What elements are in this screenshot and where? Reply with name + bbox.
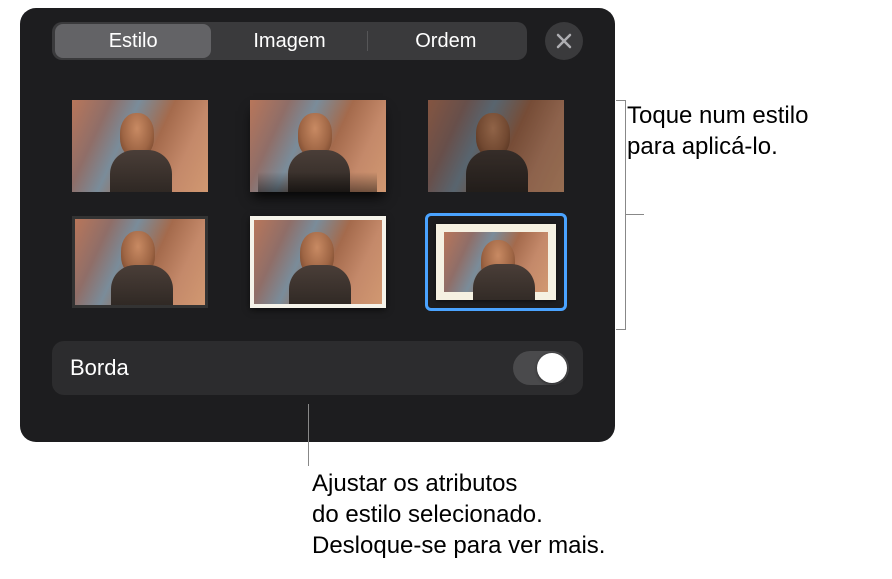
tab-image[interactable]: Imagem xyxy=(211,24,367,58)
border-label: Borda xyxy=(70,355,129,381)
style-thumbnail-selected[interactable] xyxy=(425,213,567,311)
callout-text: para aplicá-lo. xyxy=(627,131,808,162)
callout-bottom: Ajustar os atributos do estilo seleciona… xyxy=(312,468,605,562)
close-button[interactable] xyxy=(545,22,583,60)
callout-text: do estilo selecionado. xyxy=(312,499,605,530)
top-bar: Estilo Imagem Ordem xyxy=(52,22,583,60)
callout-text: Toque num estilo xyxy=(627,100,808,131)
callout-text: Ajustar os atributos xyxy=(312,468,605,499)
close-icon xyxy=(556,33,572,49)
segmented-control: Estilo Imagem Ordem xyxy=(52,22,527,60)
style-thumbnail[interactable] xyxy=(428,100,564,192)
tab-order[interactable]: Ordem xyxy=(368,24,524,58)
border-option-row: Borda xyxy=(52,341,583,395)
tab-style[interactable]: Estilo xyxy=(55,24,211,58)
style-grid xyxy=(72,100,564,311)
callout-text: Desloque-se para ver mais. xyxy=(312,530,605,561)
border-toggle[interactable] xyxy=(513,351,569,385)
callout-stem xyxy=(308,404,309,466)
style-thumbnail[interactable] xyxy=(250,100,386,192)
format-panel: Estilo Imagem Ordem Borda xyxy=(20,8,615,442)
style-thumbnail[interactable] xyxy=(72,100,208,192)
style-thumbnail[interactable] xyxy=(250,216,386,308)
callout-stem xyxy=(626,214,644,215)
style-thumbnail[interactable] xyxy=(72,216,208,308)
callout-right: Toque num estilo para aplicá-lo. xyxy=(627,100,808,162)
callout-bracket xyxy=(616,100,626,330)
